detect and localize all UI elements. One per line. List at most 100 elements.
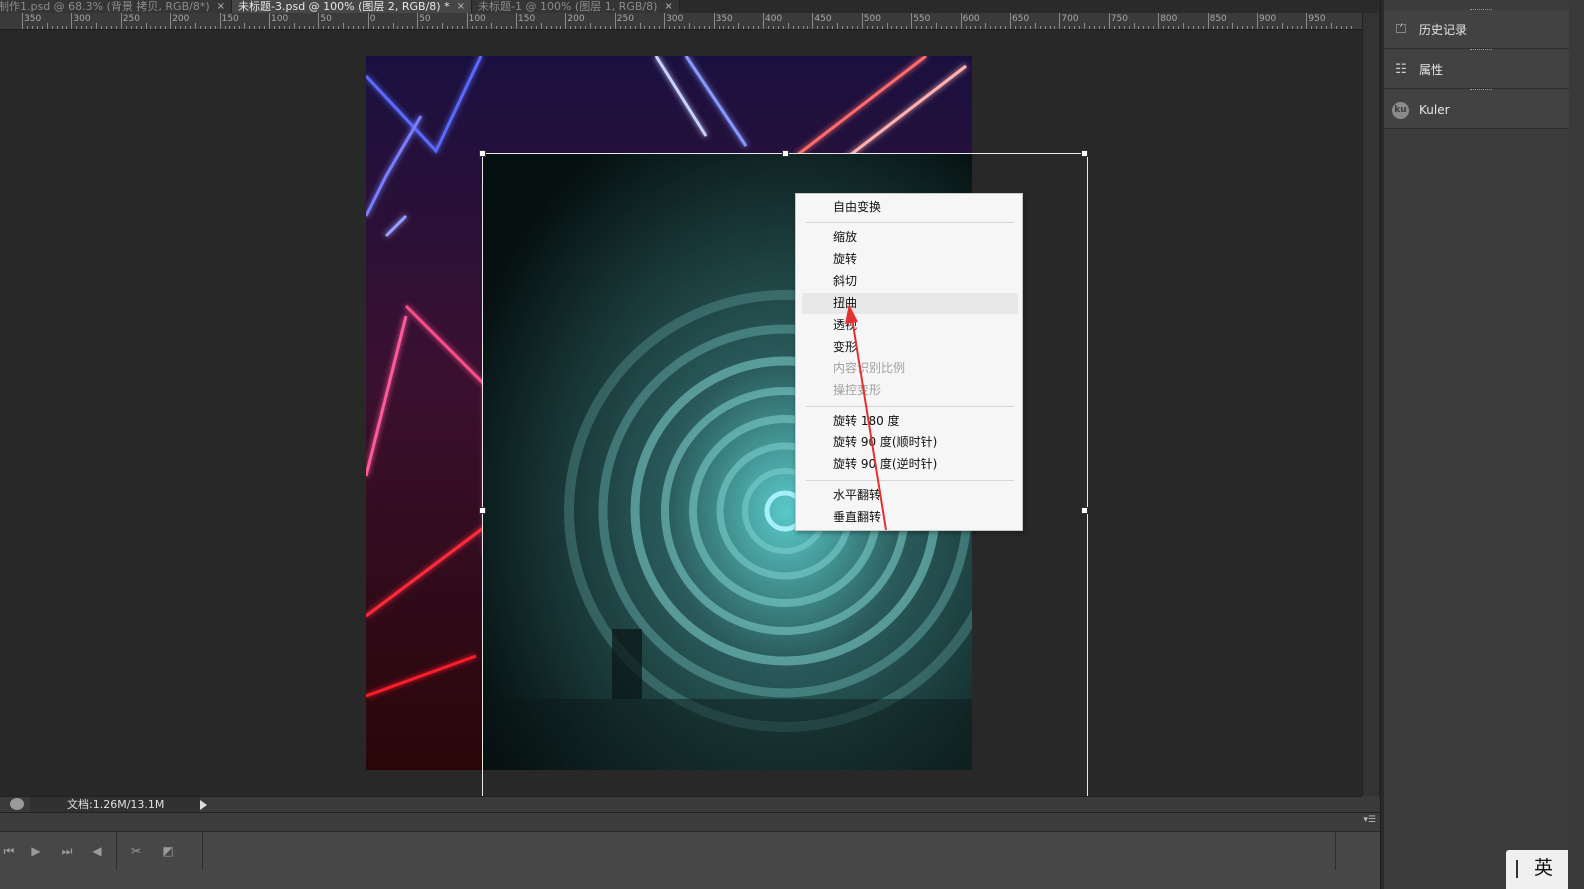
ruler-tick <box>343 23 345 29</box>
ruler-tick <box>940 26 942 29</box>
menu-item-rotate-180[interactable]: 旋转 180 度 <box>802 411 1018 432</box>
split-scissors-icon[interactable]: ✂ <box>127 842 145 860</box>
ruler-tick <box>130 26 132 29</box>
status-info-icon[interactable] <box>10 798 24 810</box>
ruler-tick <box>1212 26 1214 29</box>
panel-grip[interactable] <box>1470 9 1492 12</box>
horizontal-ruler[interactable]: 350 300 250 200 150 100 50 0 50 100 150 200 250 300 35… <box>0 13 1362 30</box>
close-icon[interactable]: × <box>457 0 465 13</box>
menu-item-scale[interactable]: 缩放 <box>802 227 1018 248</box>
ruler-tick <box>145 23 147 29</box>
step-forward-icon[interactable]: ⏭ <box>58 842 76 860</box>
panel-history[interactable]: ⏍ 历史记录 <box>1384 9 1569 49</box>
ruler-tick <box>352 26 354 29</box>
menu-item-rotate[interactable]: 旋转 <box>802 249 1018 270</box>
panel-dock-edge[interactable] <box>1381 0 1384 889</box>
ruler-tick <box>56 26 58 29</box>
ruler-tick <box>471 26 473 29</box>
menu-item-rotate-90-ccw[interactable]: 旋转 90 度(逆时针) <box>802 454 1018 475</box>
panel-properties[interactable]: ☷ 属性 <box>1384 49 1569 89</box>
ruler-tick <box>308 26 310 29</box>
ruler-tick-label: 250 <box>122 14 140 24</box>
ruler-tick-label: 0 <box>369 14 376 24</box>
ruler-tick <box>659 26 661 29</box>
ruler-tick-label: 350 <box>715 14 733 24</box>
ruler-tick <box>758 26 760 29</box>
close-icon[interactable]: × <box>664 0 672 13</box>
ruler-tick-label: 700 <box>1061 14 1079 24</box>
ruler-tick <box>619 26 621 29</box>
tab-document-2[interactable]: 未标题-3.psd @ 100% (图层 2, RGB/8) * × <box>232 0 472 13</box>
ruler-tick-label: 500 <box>863 14 881 24</box>
menu-item-free-transform[interactable]: 自由变换 <box>802 197 1018 218</box>
transform-handle-middle-right[interactable] <box>1081 507 1088 514</box>
ruler-tick <box>86 26 88 29</box>
toolbar-divider <box>202 832 203 870</box>
ruler-tick <box>950 26 952 29</box>
vertical-scrollbar[interactable] <box>1362 13 1379 810</box>
ruler-tick <box>802 26 804 29</box>
ruler-tick <box>777 26 779 29</box>
menu-item-skew[interactable]: 斜切 <box>802 271 1018 292</box>
audio-icon[interactable]: ◀ <box>88 842 106 860</box>
ruler-tick <box>1222 26 1224 29</box>
ruler-tick <box>787 23 789 29</box>
ruler-tick <box>1074 26 1076 29</box>
ruler-tick <box>1331 23 1333 29</box>
ruler-tick <box>516 13 517 29</box>
ruler-tick <box>1227 26 1229 29</box>
transition-icon[interactable]: ◩ <box>159 842 177 860</box>
ruler-tick <box>797 26 799 29</box>
panel-scrollbar[interactable] <box>1569 0 1584 889</box>
tab-document-1[interactable]: 制作1.psd @ 68.3% (背景 拷贝, RGB/8*) × <box>0 0 233 13</box>
properties-icon: ☷ <box>1395 62 1407 77</box>
ruler-tick <box>1252 26 1254 29</box>
ruler-tick <box>367 13 369 29</box>
ruler-tick <box>333 26 335 29</box>
ruler-tick <box>288 26 290 29</box>
ruler-tick <box>209 26 211 29</box>
menu-item-warp[interactable]: 变形 <box>802 337 1018 358</box>
status-menu-arrow-icon[interactable] <box>200 800 207 810</box>
transform-handle-top-right[interactable] <box>1081 150 1088 157</box>
ruler-tick <box>683 26 685 29</box>
panel-grip[interactable] <box>1470 89 1492 92</box>
go-to-first-frame-icon[interactable]: ⏮ <box>0 842 18 860</box>
menu-item-content-aware-scale: 内容识别比例 <box>833 361 906 375</box>
ruler-tick <box>896 26 898 29</box>
ruler-tick <box>822 26 824 29</box>
ruler-tick <box>51 26 53 29</box>
ruler-tick <box>194 23 196 29</box>
ruler-tick <box>501 26 503 29</box>
ruler-tick <box>555 26 557 29</box>
ruler-tick <box>1049 26 1051 29</box>
menu-item-rotate-90-cw[interactable]: 旋转 90 度(顺时针) <box>802 432 1018 453</box>
play-icon[interactable]: ▶ <box>27 842 45 860</box>
ruler-tick <box>298 26 300 29</box>
ruler-tick <box>560 26 562 29</box>
ruler-tick <box>1187 26 1189 29</box>
tab-document-3[interactable]: 未标题-1 @ 100% (图层 1, RGB/8) × <box>472 0 680 13</box>
menu-item-perspective[interactable]: 透视 <box>802 315 1018 336</box>
panel-menu-icon[interactable]: ▾☰ <box>1363 815 1376 825</box>
close-icon[interactable]: × <box>217 0 225 13</box>
panel-kuler[interactable]: ku Kuler <box>1384 89 1569 129</box>
tab-label: 未标题-3.psd @ 100% (图层 2, RGB/8) * <box>238 0 450 13</box>
ruler-tick-label: 200 <box>172 14 190 24</box>
tab-label: 制作1.psd @ 68.3% (背景 拷贝, RGB/8*) <box>0 0 210 13</box>
menu-item-flip-vertical[interactable]: 垂直翻转 <box>802 507 1018 528</box>
menu-item-flip-horizontal[interactable]: 水平翻转 <box>802 485 1018 506</box>
ruler-tick <box>807 26 809 29</box>
canvas-area[interactable] <box>0 31 1362 796</box>
panel-grip[interactable] <box>1470 49 1492 52</box>
ruler-tick <box>318 13 320 29</box>
ruler-tick <box>338 26 340 29</box>
ruler-tick <box>66 26 68 29</box>
ime-language-indicator[interactable]: 英 <box>1506 850 1568 889</box>
ruler-tick <box>41 26 43 29</box>
menu-item-distort[interactable]: 扭曲 <box>802 293 1018 314</box>
ruler-tick <box>224 26 226 29</box>
menu-separator <box>806 222 1014 223</box>
ruler-tick-label: 250 <box>616 14 634 24</box>
ruler-tick <box>273 26 275 29</box>
